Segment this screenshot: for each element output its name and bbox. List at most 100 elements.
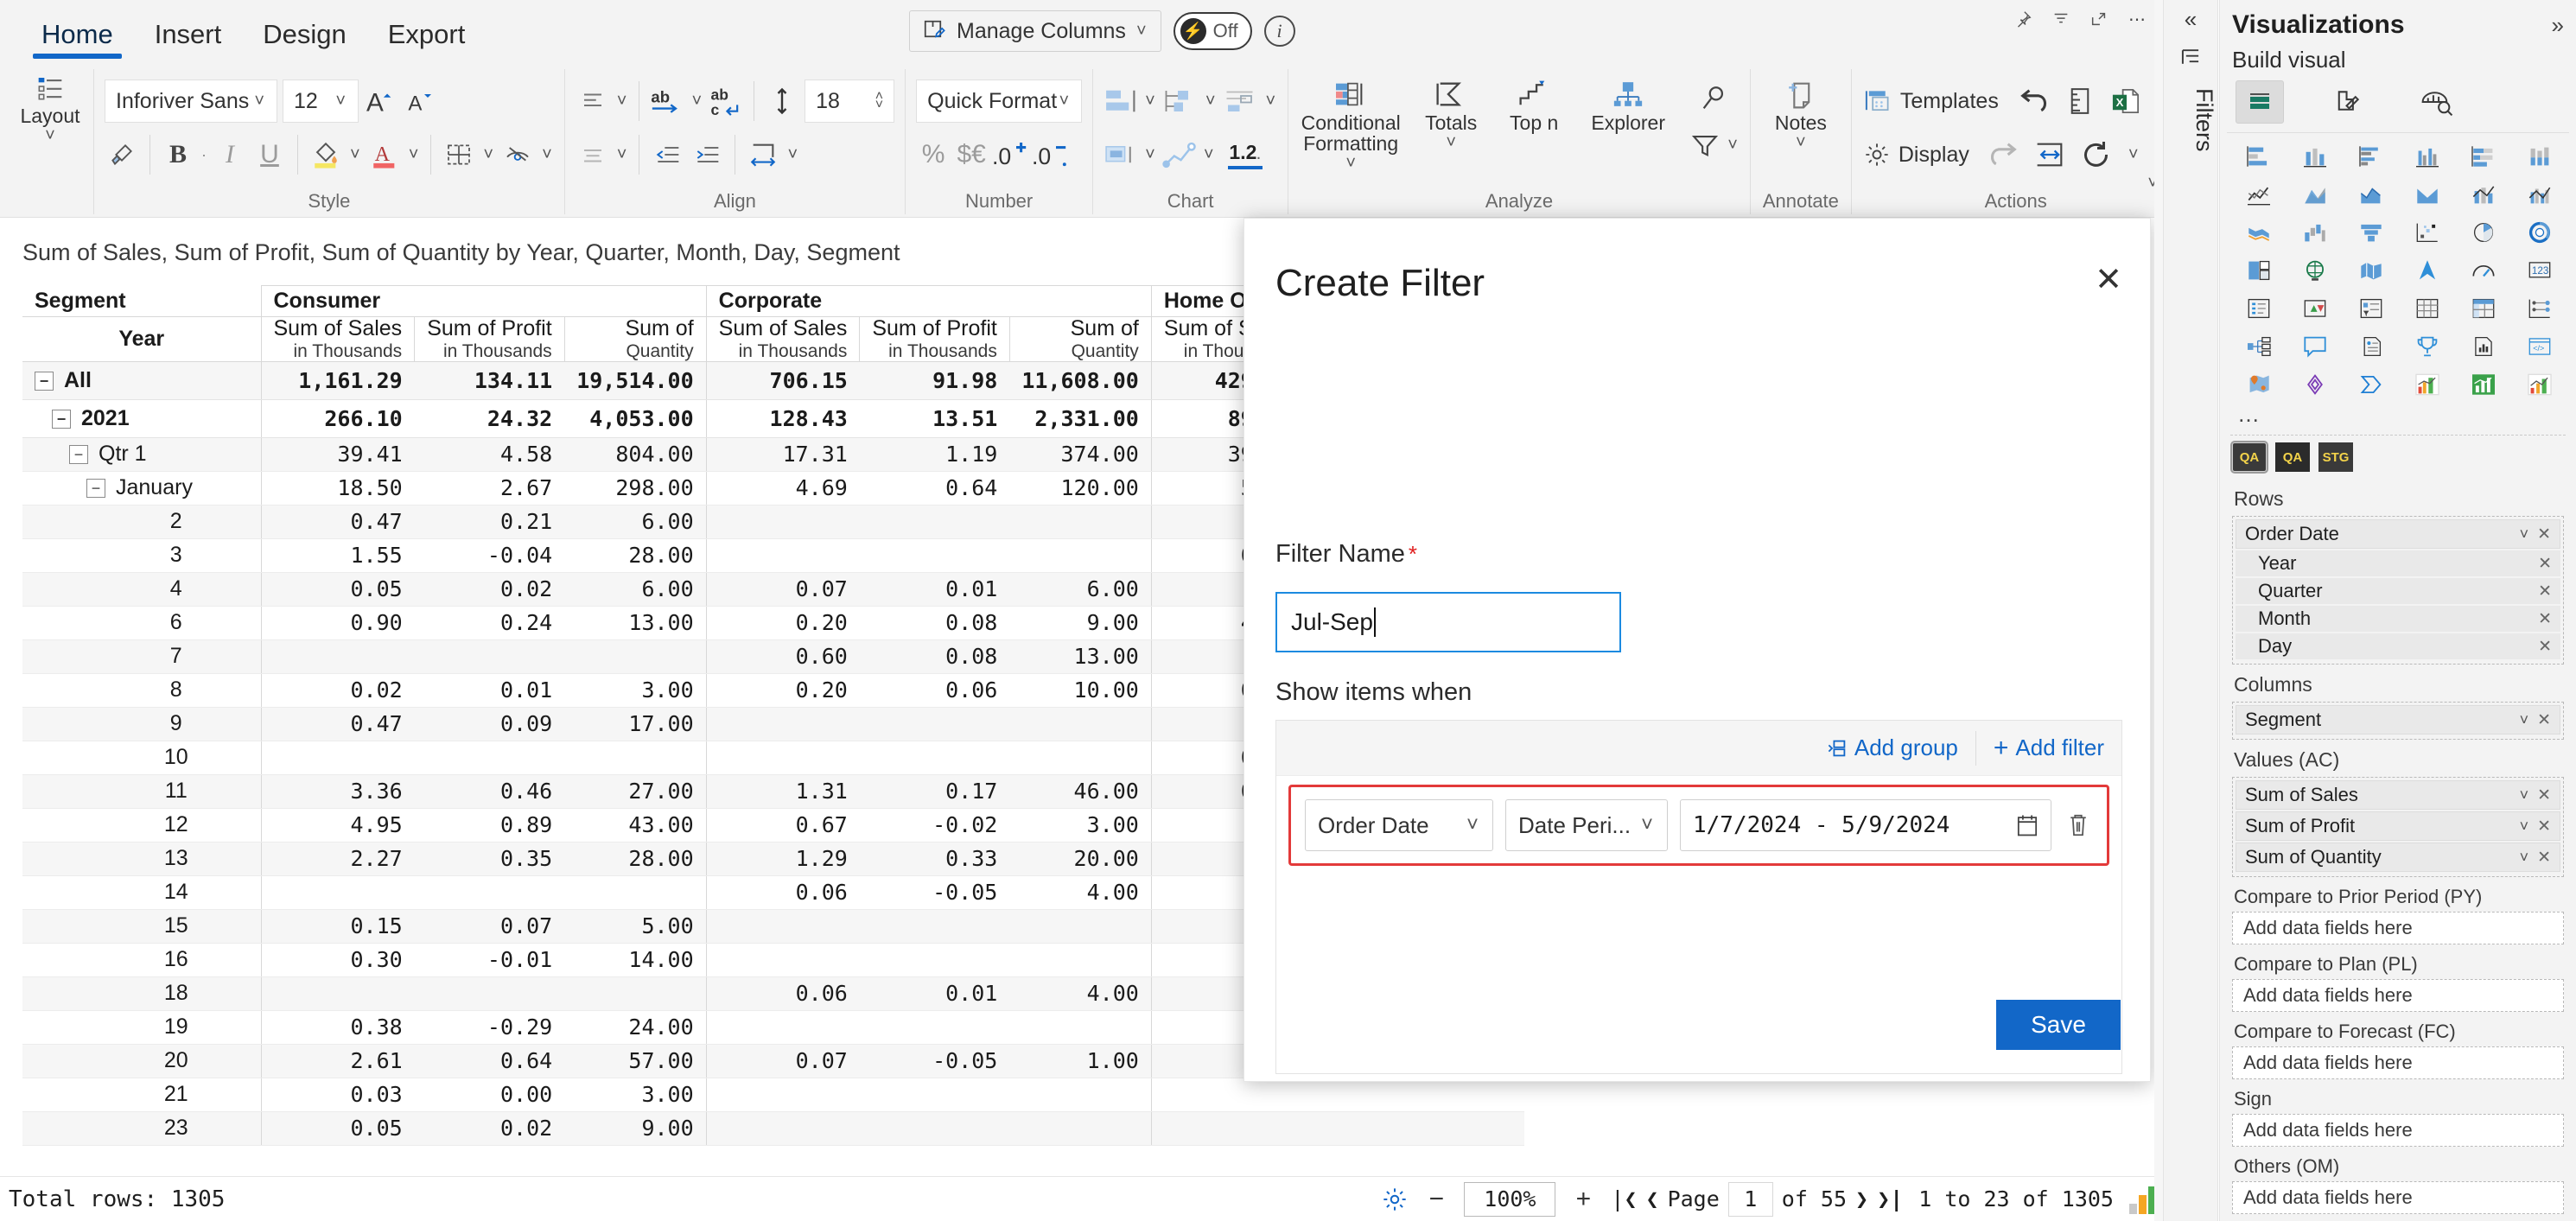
data-cell[interactable]: 0.47 <box>260 505 415 539</box>
data-cell[interactable]: 0.20 <box>705 673 860 708</box>
row-header-cell[interactable]: 18 <box>22 976 261 1011</box>
remove-field-icon[interactable]: ✕ <box>2534 785 2554 805</box>
100-stacked-column-chart-icon[interactable] <box>2513 140 2566 173</box>
popout-icon[interactable] <box>2080 2 2118 36</box>
data-cell[interactable]: 27.00 <box>564 774 707 809</box>
data-cell[interactable]: 0.08 <box>859 639 1010 674</box>
data-cell[interactable]: 2.27 <box>260 842 415 876</box>
currency-format-icon[interactable]: $€ <box>954 132 989 177</box>
row-header-cell[interactable]: 7 <box>22 639 261 674</box>
row-header-cell[interactable]: 16 <box>22 943 261 977</box>
data-cell[interactable]: 20.00 <box>1009 842 1152 876</box>
field-chip-sum-of-sales[interactable]: Sum of Sales ˅ ✕ <box>2236 780 2560 810</box>
chevron-down-icon[interactable]: ˅ <box>2515 711 2535 729</box>
data-cell[interactable]: 0.90 <box>260 606 415 640</box>
line-and-stacked-column-icon[interactable] <box>2457 178 2509 211</box>
row-header-cell[interactable]: 3 <box>22 538 261 573</box>
column-width-icon[interactable] <box>746 132 780 177</box>
funnel-chart-icon[interactable] <box>2344 216 2397 249</box>
zoom-out-button[interactable]: − <box>1424 1185 1448 1214</box>
ruler-icon[interactable] <box>2063 79 2097 124</box>
data-cell[interactable]: 0.01 <box>859 976 1010 1011</box>
data-cell[interactable]: 0.02 <box>414 1111 565 1146</box>
data-cell[interactable] <box>705 505 860 539</box>
remove-field-icon[interactable]: ✕ <box>2535 582 2555 601</box>
chevron-down-icon[interactable]: ˅ <box>1135 22 1148 41</box>
tab-analytics[interactable] <box>2412 80 2460 124</box>
chevron-down-icon[interactable]: ˅ <box>2515 817 2535 836</box>
data-cell[interactable] <box>859 943 1010 977</box>
data-cell[interactable]: 374.00 <box>1009 437 1152 472</box>
data-cell[interactable]: 0.05 <box>260 572 415 607</box>
manage-columns-button[interactable]: Manage Columns ˅ <box>909 10 1161 52</box>
data-cell[interactable]: 0.64 <box>859 471 1010 506</box>
data-cell[interactable] <box>859 707 1010 741</box>
row-header-cell[interactable]: 2 <box>22 505 261 539</box>
data-cell[interactable]: 2.61 <box>260 1044 415 1078</box>
spinner-icon[interactable]: ˄ ˅ <box>875 90 883 111</box>
condition-operator-select[interactable]: Date Peri... ˅ <box>1505 799 1668 851</box>
data-cell[interactable]: 4.95 <box>260 808 415 843</box>
data-cell[interactable]: -0.29 <box>414 1010 565 1045</box>
data-cell[interactable] <box>859 1078 1010 1112</box>
table-row[interactable]: 23 0.05 0.02 9.00 <box>22 1111 1524 1146</box>
field-chip-quarter[interactable]: Quarter ✕ <box>2236 578 2560 604</box>
data-cell[interactable]: 4.69 <box>705 471 860 506</box>
filled-area-chart-icon[interactable] <box>2401 178 2453 211</box>
row-header-cell[interactable]: 4 <box>22 572 261 607</box>
remove-field-icon[interactable]: ✕ <box>2534 817 2554 836</box>
data-cell[interactable] <box>414 741 565 775</box>
data-cell[interactable]: -0.02 <box>859 808 1010 843</box>
zoom-level-input[interactable]: 100% <box>1464 1181 1556 1217</box>
data-cell[interactable]: 0.02 <box>260 673 415 708</box>
fill-color-icon[interactable] <box>308 132 343 177</box>
data-cell[interactable]: 0.05 <box>260 1111 415 1146</box>
data-cell[interactable]: 120.00 <box>1009 471 1152 506</box>
add-group-button[interactable]: Add group <box>1810 721 1975 775</box>
data-cell[interactable]: 134.11 <box>414 361 565 400</box>
italic-icon[interactable]: I <box>213 132 247 177</box>
font-color-icon[interactable]: A <box>367 132 402 177</box>
filters-pane-icon[interactable] <box>2164 38 2217 76</box>
vertical-align-icon[interactable] <box>576 79 610 124</box>
line-chart-icon[interactable] <box>2232 178 2285 211</box>
data-cell[interactable]: 28.00 <box>564 538 707 573</box>
paginated-report-icon[interactable] <box>2344 330 2397 363</box>
data-cell[interactable]: 0.01 <box>414 673 565 708</box>
chevron-down-icon[interactable]: ˅ <box>2515 786 2535 804</box>
arcgis-map-icon[interactable] <box>2232 368 2285 401</box>
data-cell[interactable]: 6.00 <box>564 505 707 539</box>
text-direction-icon[interactable]: ab <box>650 79 684 124</box>
data-cell[interactable] <box>859 538 1010 573</box>
decomposition-tree-icon[interactable] <box>2513 292 2566 325</box>
tab-export[interactable]: Export <box>367 3 487 66</box>
data-cell[interactable]: 2.67 <box>414 471 565 506</box>
powerapps-icon[interactable] <box>2288 368 2341 401</box>
data-cell[interactable] <box>414 976 565 1011</box>
previous-page-button[interactable]: ❮ <box>1646 1186 1659 1211</box>
well-dropzone-0[interactable]: Order Date ˅ ✕ Year ✕ Quarter ✕ Month ✕ Day ✕ <box>2232 516 2564 665</box>
row-header-cell[interactable]: 14 <box>22 875 261 910</box>
remove-field-icon[interactable]: ✕ <box>2535 554 2555 574</box>
chevron-down-icon[interactable]: ˅ <box>1794 133 1808 153</box>
data-cell[interactable]: 14.00 <box>564 943 707 977</box>
chevron-down-icon[interactable]: ˅ <box>1143 92 1157 111</box>
format-painter-icon[interactable] <box>105 132 139 177</box>
data-cell[interactable] <box>1009 538 1152 573</box>
notes-button[interactable]: Notes ˅ <box>1761 76 1841 153</box>
display-button[interactable]: Display <box>1862 131 1975 178</box>
q-and-a-icon[interactable] <box>2401 330 2453 363</box>
well-dropzone-2[interactable]: Sum of Sales ˅ ✕ Sum of Profit ˅ ✕ Sum of Quan… <box>2232 777 2564 877</box>
inforiver-charts-icon[interactable] <box>2401 368 2453 401</box>
more-visuals-icon[interactable]: … <box>2220 401 2576 431</box>
data-cell[interactable] <box>1403 1078 1524 1112</box>
data-cell[interactable]: -0.05 <box>859 1044 1010 1078</box>
row-header-cell[interactable]: 15 <box>22 909 261 944</box>
azure-map-icon[interactable] <box>2401 254 2453 287</box>
row-header-cell[interactable]: 12 <box>22 808 261 843</box>
search-icon[interactable] <box>1696 76 1731 121</box>
data-cell[interactable] <box>414 875 565 910</box>
data-cell[interactable]: 0.06 <box>859 673 1010 708</box>
multi-row-card-icon[interactable] <box>2232 292 2285 325</box>
data-cell[interactable]: 0.09 <box>414 707 565 741</box>
